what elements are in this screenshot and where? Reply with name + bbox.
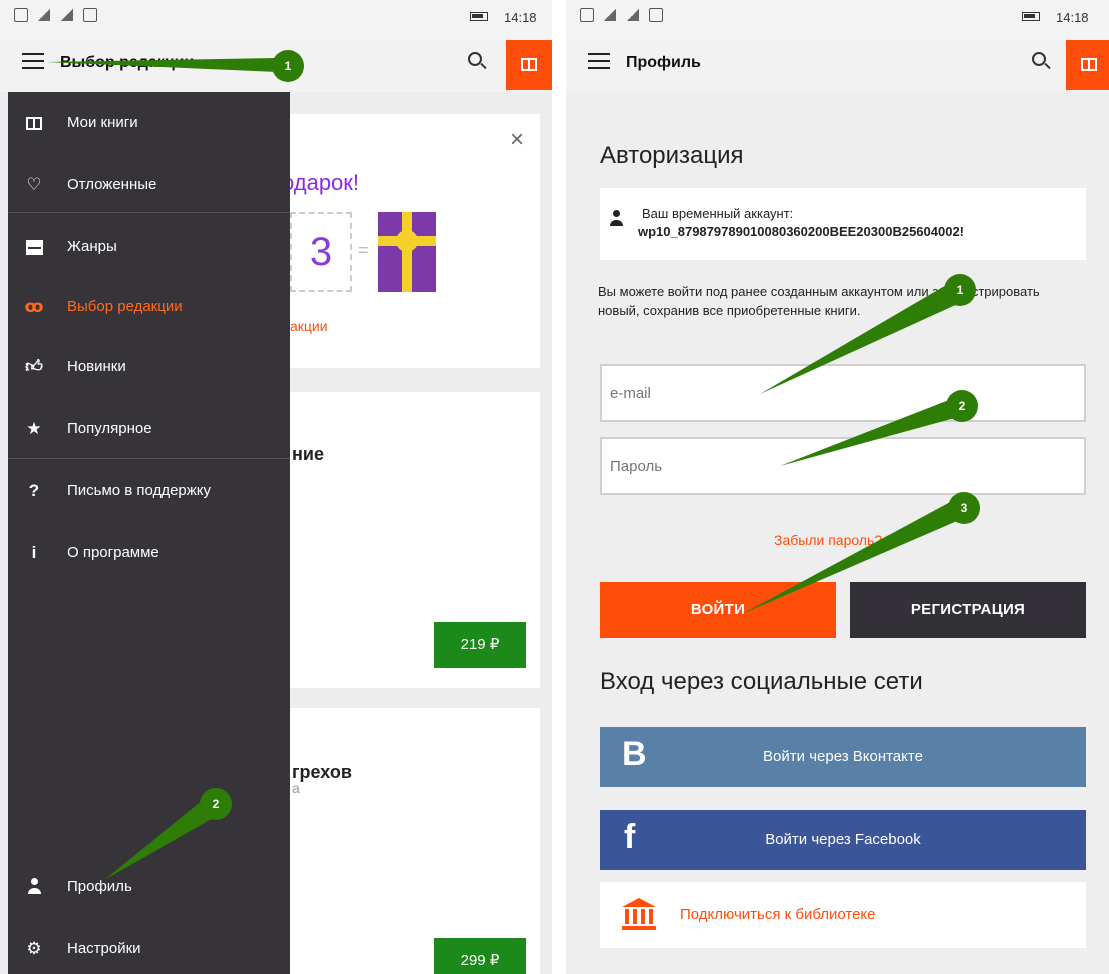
drawer-item-genres[interactable]: Жанры	[8, 222, 290, 272]
email-field[interactable]	[600, 364, 1086, 422]
promo-equals: =	[358, 240, 369, 260]
battery-icon	[1022, 12, 1040, 21]
forgot-password-link[interactable]: Забыли пароль?	[774, 532, 882, 548]
wifi-icon	[626, 8, 640, 22]
drawer-item-support[interactable]: ? Письмо в поддержку	[8, 466, 290, 516]
account-id: wp10_879879789010080360200BEE20300B25604…	[638, 224, 965, 239]
social-title: Вход через социальные сети	[600, 668, 923, 695]
promo-title: одарок!	[282, 170, 360, 195]
vk-login-button[interactable]: В Войти через Вконтакте	[600, 727, 1086, 787]
temp-account-box: Ваш временный аккаунт: wp10_879879789010…	[600, 188, 1086, 260]
annotation-marker: 1	[272, 50, 304, 82]
drawer-item-label: Новинки	[67, 358, 126, 375]
book-icon	[521, 58, 537, 71]
drawer-item-about[interactable]: i О программе	[8, 528, 290, 578]
auth-title: Авторизация	[600, 142, 744, 169]
status-bar: 14:18	[0, 0, 552, 36]
drawer-item-label: Жанры	[67, 238, 117, 255]
drawer-item-new[interactable]: 👍︎ Новинки	[8, 342, 290, 392]
message-icon	[83, 8, 97, 22]
close-icon[interactable]: ×	[510, 126, 524, 154]
annotation-marker: 2	[946, 390, 978, 422]
facebook-login-button[interactable]: f Войти через Facebook	[600, 810, 1086, 870]
status-icons	[14, 8, 97, 22]
drawer-divider	[8, 458, 290, 459]
drawer-item-label: Выбор редакции	[67, 298, 183, 315]
drawer-item-label: Отложенные	[67, 176, 157, 193]
drawer-item-label: Письмо в поддержку	[67, 482, 212, 499]
vk-login-label: Войти через Вконтакте	[763, 748, 923, 765]
info-icon: i	[31, 543, 37, 562]
price-button[interactable]: 299 ₽	[434, 938, 526, 974]
annotation-marker: 3	[948, 492, 980, 524]
drawer-icon	[22, 235, 46, 259]
drawer-item-label: Настройки	[67, 940, 141, 957]
drawer-item-label: Мои книги	[67, 114, 138, 131]
login-button[interactable]: ВОЙТИ	[600, 582, 836, 638]
book-icon	[22, 111, 46, 135]
status-icons	[580, 8, 663, 22]
book-icon	[1081, 58, 1097, 71]
signal-icon	[37, 8, 51, 22]
drawer-divider	[8, 212, 290, 213]
person-icon	[22, 875, 46, 899]
battery-icon	[470, 12, 488, 21]
drawer-item-editors-choice[interactable]: ꝏ Выбор редакции	[8, 282, 290, 332]
status-time: 14:18	[504, 10, 537, 25]
person-icon	[610, 210, 624, 232]
right-screen: 14:18 Профиль Авторизация Ваш временный …	[566, 0, 1109, 974]
book-title: ние	[292, 444, 324, 464]
status-bar: 14:18	[566, 0, 1109, 36]
price-button[interactable]: 219 ₽	[434, 622, 526, 668]
library-connect-label: Подключиться к библиотеке	[680, 906, 876, 923]
search-icon[interactable]	[1032, 52, 1052, 72]
promo-link[interactable]: акции	[290, 318, 328, 334]
annotation-marker: 1	[944, 274, 976, 306]
drawer-item-label: О программе	[67, 544, 159, 561]
password-field[interactable]	[600, 437, 1086, 495]
drawer-item-my-books[interactable]: Мои книги	[8, 98, 290, 148]
gift-icon	[378, 212, 436, 292]
info-text: Вы можете войти под ранее созданным акка…	[598, 284, 1040, 318]
wifi-icon	[60, 8, 74, 22]
account-label: Ваш временный аккаунт:	[642, 206, 794, 221]
drawer-item-settings[interactable]: ⚙ Настройки	[8, 924, 290, 974]
my-books-button[interactable]	[1066, 40, 1109, 90]
library-connect-button[interactable]: Подключиться к библиотеке	[600, 882, 1086, 948]
drawer-item-popular[interactable]: ★ Популярное	[8, 404, 290, 454]
status-app-icon	[14, 8, 28, 22]
message-icon	[649, 8, 663, 22]
drawer-item-deferred[interactable]: ♡ Отложенные	[8, 160, 290, 210]
book-card[interactable]	[290, 708, 540, 974]
status-app-icon	[580, 8, 594, 22]
drawer-item-label: Популярное	[67, 420, 152, 437]
annotation-marker: 2	[200, 788, 232, 820]
facebook-login-label: Войти через Facebook	[765, 831, 921, 848]
register-button[interactable]: РЕГИСТРАЦИЯ	[850, 582, 1086, 638]
thumbs-up-icon: 👍︎	[25, 357, 43, 376]
status-time: 14:18	[1056, 10, 1089, 25]
page-title: Выбор редакции	[60, 54, 195, 71]
hamburger-menu-icon[interactable]	[588, 53, 610, 71]
search-icon[interactable]	[468, 52, 488, 72]
page-title: Профиль	[626, 54, 701, 71]
hamburger-menu-icon[interactable]	[22, 53, 44, 71]
heart-icon: ♡	[26, 175, 42, 194]
question-icon: ?	[28, 481, 40, 500]
gear-icon: ⚙	[26, 939, 42, 958]
library-icon	[622, 898, 656, 930]
left-screen: 14:18 Выбор редакции × одарок! 3 = акции…	[0, 0, 552, 974]
glasses-icon: ꝏ	[24, 297, 44, 316]
navigation-drawer: Мои книги ♡ Отложенные Жанры ꝏ Выбор ред…	[8, 92, 290, 974]
app-bar: Профиль	[566, 36, 1109, 92]
promo-number: 3	[290, 212, 352, 292]
my-books-button[interactable]	[506, 40, 552, 90]
signal-icon	[603, 8, 617, 22]
book-author: а	[292, 780, 300, 796]
drawer-item-label: Профиль	[67, 878, 132, 895]
drawer-item-profile[interactable]: Профиль	[8, 862, 290, 912]
star-icon: ★	[26, 419, 42, 438]
book-title: грехов	[292, 762, 352, 782]
